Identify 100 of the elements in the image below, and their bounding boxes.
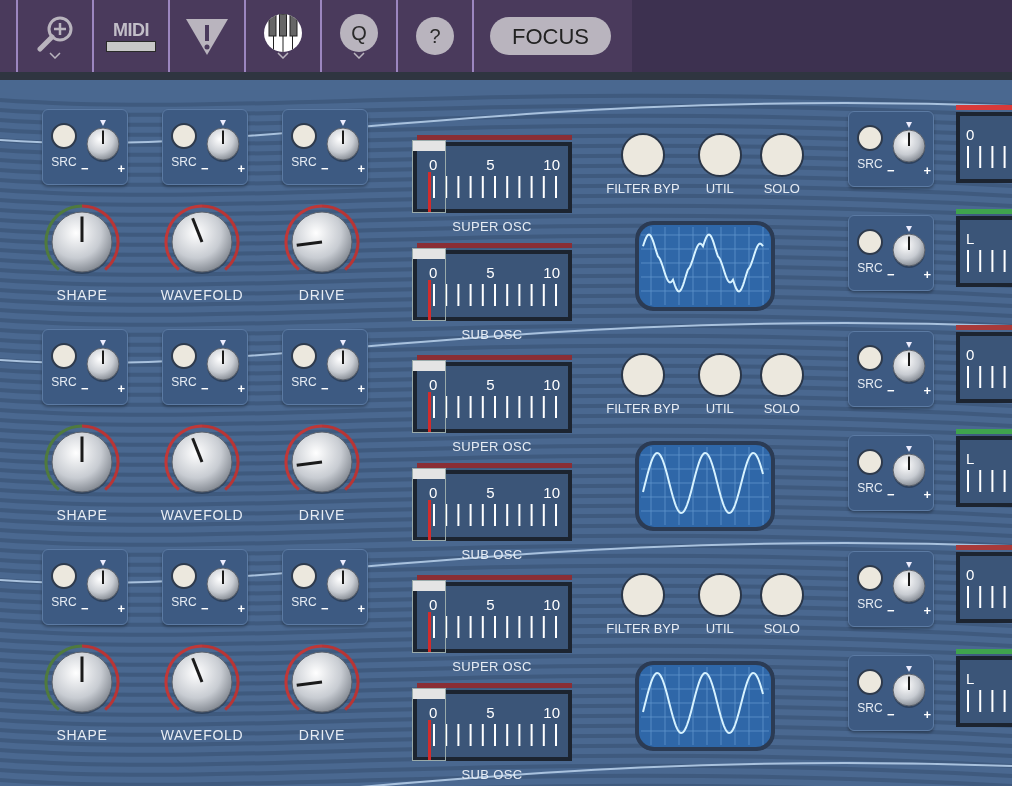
marker-icon <box>906 561 912 568</box>
plus-sign: + <box>923 267 931 281</box>
round-button[interactable]: Q <box>340 13 378 52</box>
knob[interactable] <box>85 125 121 162</box>
src-button[interactable] <box>51 563 77 589</box>
scale-number: 0 <box>429 597 438 612</box>
src-label: SRC <box>171 594 197 611</box>
meter-label: L <box>966 451 976 466</box>
minus-sign: − <box>81 381 89 395</box>
knob[interactable] <box>325 345 361 382</box>
scale-number: 5 <box>486 597 495 612</box>
scale-number: 5 <box>486 484 495 500</box>
src-button[interactable] <box>857 345 883 371</box>
src-button[interactable] <box>171 563 197 589</box>
marker-icon <box>906 445 912 452</box>
scale-number: 10 <box>543 704 560 720</box>
scale-number: 10 <box>543 597 560 612</box>
slider-thumb[interactable] <box>412 580 446 653</box>
plus-sign: + <box>923 163 931 177</box>
plus-sign: + <box>117 601 125 615</box>
src-button[interactable] <box>171 123 197 149</box>
src-button[interactable] <box>857 125 883 151</box>
slider-thumb[interactable] <box>412 360 446 433</box>
caret-icon[interactable] <box>277 51 289 59</box>
slider-thumb[interactable] <box>412 140 446 213</box>
src-label: SRC <box>171 154 197 171</box>
button-label: SOLO <box>763 620 800 638</box>
src-button[interactable] <box>291 123 317 149</box>
src-label: SRC <box>171 374 197 391</box>
meter-label: L <box>966 231 976 246</box>
knob-label: DRIVE <box>298 286 346 305</box>
scale-number: 0 <box>429 484 438 500</box>
focus-button[interactable]: FOCUS <box>490 17 611 55</box>
slider-label: SUPER OSC <box>452 218 532 236</box>
src-label: SRC <box>857 700 883 717</box>
knob[interactable] <box>205 345 241 382</box>
knob[interactable] <box>891 231 927 268</box>
knob[interactable] <box>325 125 361 162</box>
knob-label: DRIVE <box>298 506 346 525</box>
button-label: FILTER BYP <box>606 180 680 198</box>
src-button[interactable] <box>857 229 883 255</box>
knob[interactable] <box>85 345 121 382</box>
midi-indicator <box>106 40 156 52</box>
marker-icon <box>906 225 912 232</box>
src-button[interactable] <box>171 343 197 369</box>
src-button[interactable] <box>51 343 77 369</box>
slider-thumb[interactable] <box>412 247 446 321</box>
round-button[interactable]: ? <box>416 17 454 55</box>
knob-label: SHAPE <box>56 286 108 305</box>
src-label: SRC <box>291 374 317 391</box>
button-label: FILTER BYP <box>606 620 680 638</box>
src-button[interactable] <box>291 563 317 589</box>
marker-icon <box>220 339 226 346</box>
knob[interactable] <box>891 567 927 604</box>
src-button[interactable] <box>857 669 883 695</box>
minus-sign: − <box>321 381 329 395</box>
scale-number: 5 <box>486 377 495 392</box>
minus-sign: − <box>201 161 209 175</box>
knob[interactable] <box>205 125 241 162</box>
minus-sign: − <box>201 381 209 395</box>
marker-icon <box>340 559 346 566</box>
marker-icon <box>340 119 346 126</box>
warning-icon <box>184 16 230 56</box>
slider-label: SUPER OSC <box>452 438 532 456</box>
caret-icon[interactable] <box>353 51 365 59</box>
button-label: FILTER BYP <box>606 400 680 418</box>
scale-number: 0 <box>429 264 438 280</box>
button-label: UTIL <box>705 180 734 198</box>
src-label: SRC <box>51 374 77 391</box>
slider-thumb[interactable] <box>412 467 446 541</box>
meter-label: 0 <box>966 567 976 582</box>
knob[interactable] <box>205 565 241 602</box>
caret-icon[interactable] <box>49 51 61 59</box>
src-button[interactable] <box>51 123 77 149</box>
plus-sign: + <box>923 487 931 501</box>
plus-sign: + <box>923 383 931 397</box>
plus-sign: + <box>923 603 931 617</box>
slider-label: SUPER OSC <box>452 658 532 676</box>
src-button[interactable] <box>857 449 883 475</box>
marker-icon <box>100 339 106 346</box>
minus-sign: − <box>321 161 329 175</box>
meter-label: L <box>966 671 976 686</box>
meter-label: 0 <box>966 347 976 362</box>
scale-number: 10 <box>543 484 560 500</box>
minus-sign: − <box>321 601 329 615</box>
src-label: SRC <box>857 156 883 173</box>
src-button[interactable] <box>857 565 883 591</box>
knob[interactable] <box>891 671 927 708</box>
minus-sign: − <box>201 601 209 615</box>
marker-icon <box>906 121 912 128</box>
knob[interactable] <box>891 127 927 164</box>
src-button[interactable] <box>291 343 317 369</box>
knob[interactable] <box>85 565 121 602</box>
knob[interactable] <box>891 451 927 488</box>
knob[interactable] <box>891 347 927 384</box>
slider-thumb[interactable] <box>412 687 446 761</box>
knob[interactable] <box>325 565 361 602</box>
marker-icon <box>906 341 912 348</box>
knob-label: WAVEFOLD <box>160 726 244 745</box>
meter-label: 0 <box>966 127 976 142</box>
